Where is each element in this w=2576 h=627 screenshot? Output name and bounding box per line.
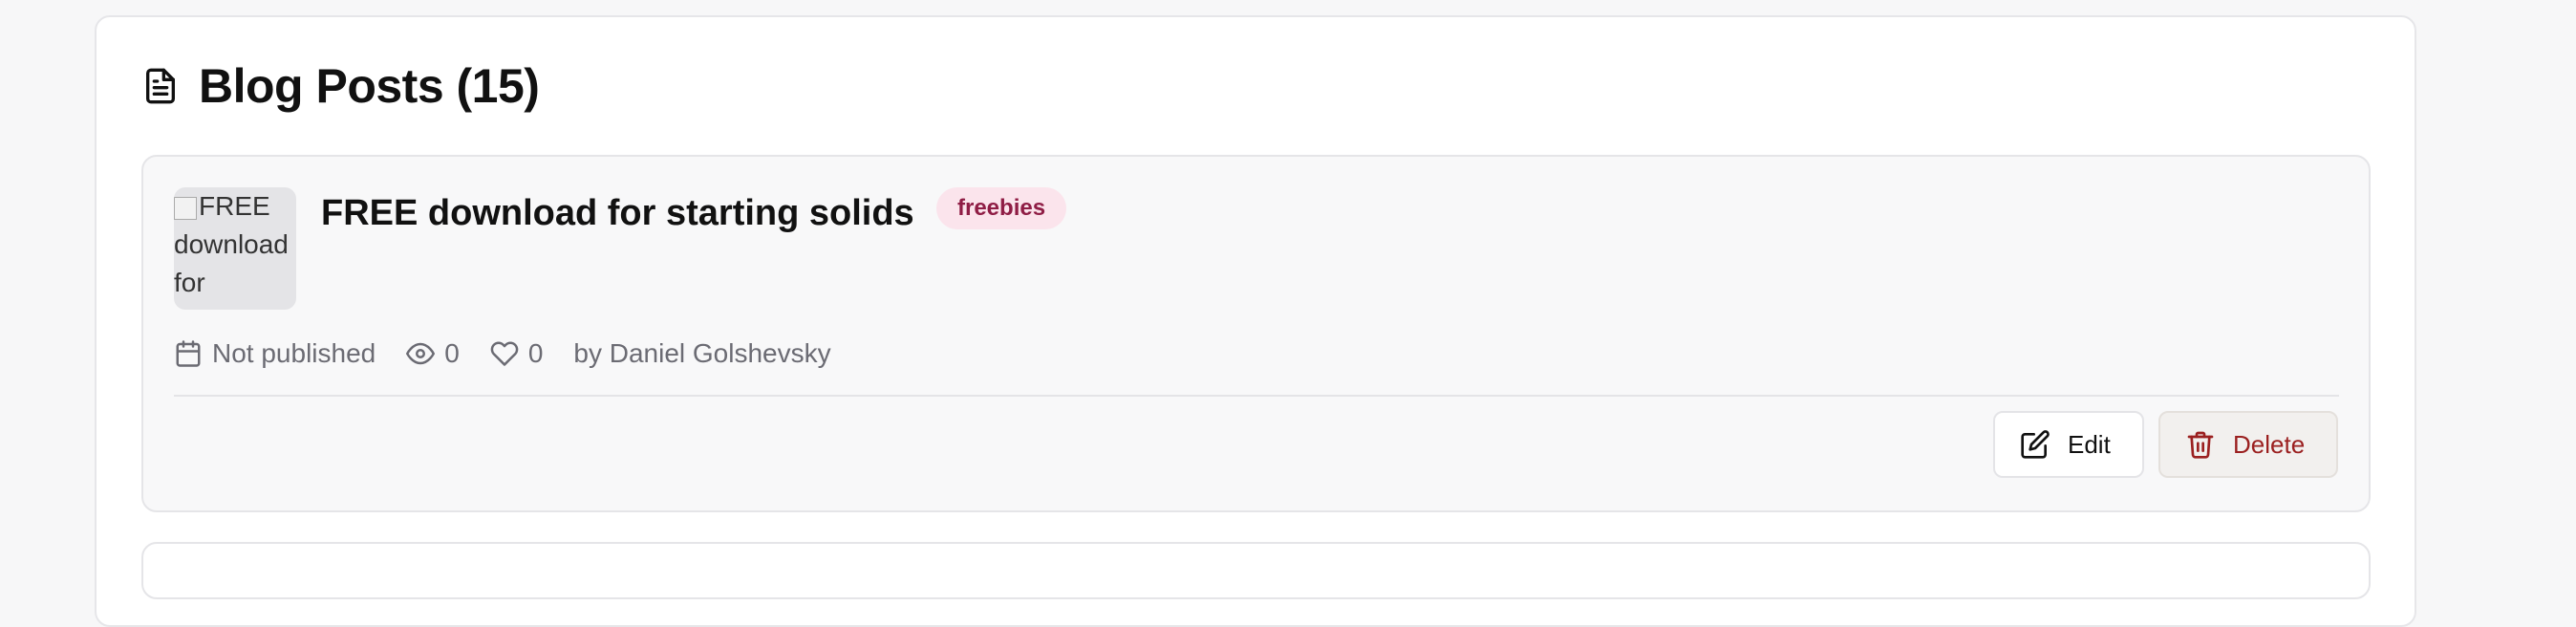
page-title: Blog Posts (15) — [199, 59, 540, 113]
trash-icon — [2187, 431, 2214, 459]
publish-status: Not published — [212, 338, 376, 368]
like-count: 0 — [527, 338, 544, 368]
view-count: 0 — [444, 338, 460, 368]
delete-button-label: Delete — [2233, 429, 2306, 459]
calendar-icon — [176, 340, 201, 367]
post-thumbnail: FREE download for starting solids — [174, 187, 296, 310]
document-icon — [146, 68, 175, 104]
post-card[interactable]: FREE download for starting solids FREE d… — [141, 155, 2371, 512]
post-meta: Not published 0 0 by Daniel Golshevsky — [174, 335, 862, 373]
edit-icon — [2021, 430, 2050, 459]
eye-icon — [406, 342, 436, 365]
post-card-next[interactable] — [141, 542, 2371, 599]
delete-button[interactable]: Delete — [2158, 411, 2338, 478]
section-header: Blog Posts (15) — [141, 55, 540, 117]
edit-button-label: Edit — [2068, 429, 2111, 459]
broken-image-icon — [174, 196, 197, 220]
post-tag: freebies — [936, 187, 1067, 229]
post-author: by Daniel Golshevsky — [573, 338, 831, 368]
card-divider — [174, 395, 2339, 397]
post-title[interactable]: FREE download for starting solids — [321, 193, 914, 234]
heart-icon — [490, 341, 519, 366]
edit-button[interactable]: Edit — [1993, 411, 2144, 478]
